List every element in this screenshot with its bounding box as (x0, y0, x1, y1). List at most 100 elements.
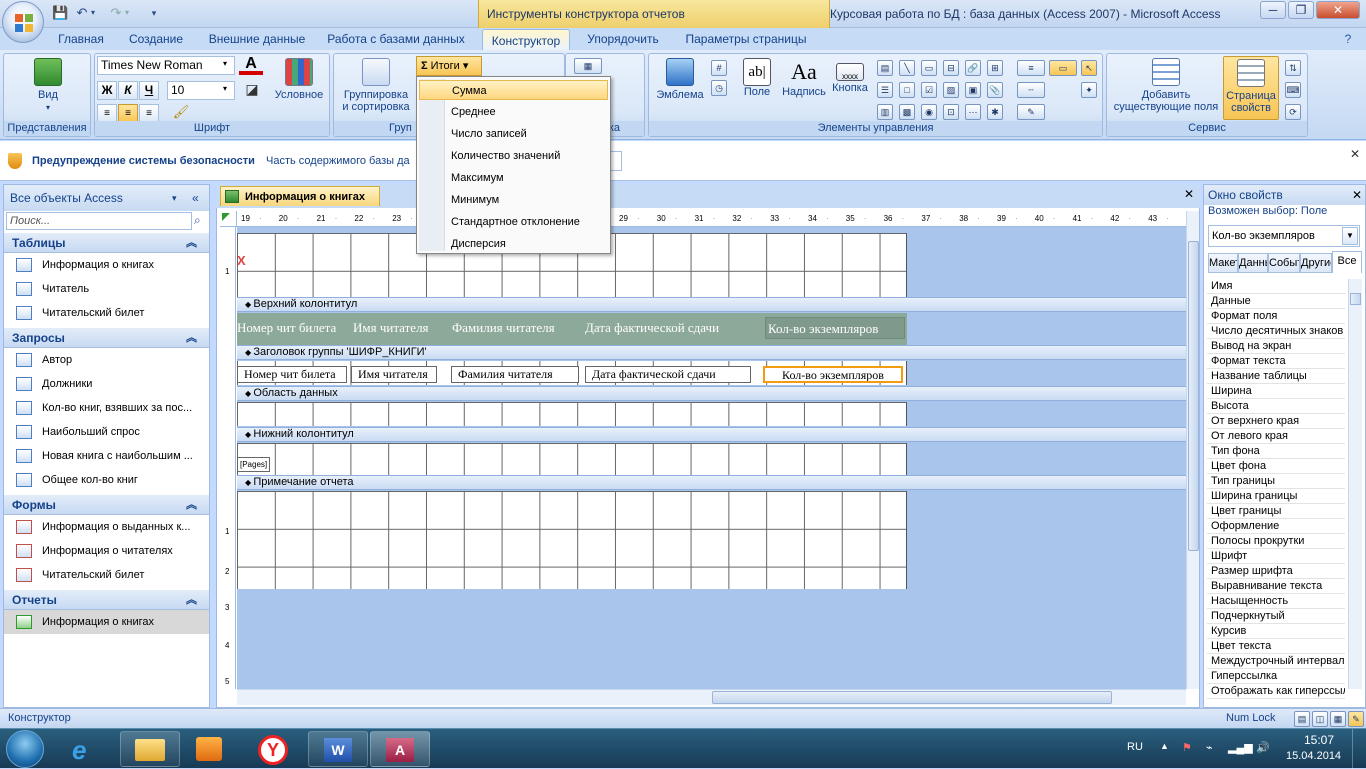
property-row[interactable]: Число десятичных знаков (1207, 324, 1345, 339)
security-close-icon[interactable]: ✕ (1350, 147, 1360, 161)
property-scroll-thumb[interactable] (1350, 293, 1361, 305)
minimize-button[interactable]: ─ (1260, 1, 1286, 19)
tab-external-data[interactable]: Внешние данные (200, 28, 314, 50)
button-control-button[interactable]: xxxx Кнопка (829, 58, 871, 94)
prop-tab-events[interactable]: События (1268, 253, 1300, 273)
collapse-group-icon[interactable]: ︽ (186, 328, 197, 348)
group-header-label[interactable]: Имя читателя (351, 366, 437, 383)
vertical-scroll-thumb[interactable] (1188, 241, 1199, 551)
group-header-label[interactable]: Фамилия читателя (451, 366, 579, 383)
property-row[interactable]: От левого края (1207, 429, 1345, 444)
option-button-icon[interactable]: ◉ (921, 104, 937, 120)
detail-area[interactable] (237, 402, 907, 426)
tab-arrange[interactable]: Упорядочить (578, 28, 668, 50)
nav-item[interactable]: Наибольший спрос (4, 420, 209, 444)
nav-item[interactable]: Кол-во книг, взявших за пос... (4, 396, 209, 420)
list-box-icon[interactable]: ☰ (877, 82, 893, 98)
menu-item-sum[interactable]: Сумма (419, 80, 608, 100)
prop-tab-data[interactable]: Данные (1238, 253, 1268, 273)
prop-tab-all[interactable]: Все (1332, 251, 1362, 273)
line-color-icon[interactable]: ✎ (1017, 104, 1045, 120)
report-header-control-fragment[interactable]: X (237, 253, 246, 268)
media-player-icon[interactable] (196, 737, 222, 761)
group-header-label[interactable]: Кол-во экземпляров (763, 366, 903, 383)
nav-menu-dropdown-icon[interactable]: ▾ (172, 185, 177, 211)
nav-item[interactable]: Общее кол-во книг (4, 468, 209, 492)
bound-object-icon[interactable]: ▩ (899, 104, 915, 120)
totals-button[interactable]: Σ Итоги ▾ (416, 56, 482, 76)
collapse-group-icon[interactable]: ︽ (186, 590, 197, 610)
yandex-browser-icon[interactable]: Y (258, 735, 288, 765)
line-type-icon[interactable]: ┄ (1017, 82, 1045, 98)
line-thickness-icon[interactable]: ≡ (1017, 60, 1045, 76)
nav-item[interactable]: Читатель (4, 277, 209, 301)
restore-button[interactable]: ❐ (1288, 1, 1314, 19)
design-horizontal-scrollbar[interactable] (237, 689, 1186, 705)
nav-group-header[interactable]: Запросы ︽ (4, 328, 209, 348)
underline-button[interactable]: Ч (139, 81, 159, 100)
date-time-icon[interactable]: ◷ (711, 80, 727, 96)
tab-page-setup[interactable]: Параметры страницы (678, 28, 814, 50)
group-sort-button[interactable]: Группировка и сортировка (336, 58, 416, 113)
search-icon[interactable]: ⌕ (194, 213, 201, 228)
prop-tab-other[interactable]: Другие (1300, 253, 1332, 273)
property-scrollbar[interactable] (1348, 279, 1362, 689)
selected-control-dropdown-icon[interactable]: ▼ (1342, 227, 1358, 245)
label-button[interactable]: Aa Надпись (779, 58, 829, 98)
page-numbers-icon[interactable]: # (711, 60, 727, 76)
property-row[interactable]: Формат поля (1207, 309, 1345, 324)
design-vertical-scrollbar[interactable] (1186, 211, 1199, 689)
network-icon[interactable]: ▂▄▆ (1228, 741, 1253, 754)
line-icon[interactable]: ╲ (899, 60, 915, 76)
section-detail[interactable]: ◆ Область данных (237, 386, 1186, 401)
menu-item-stdev[interactable]: Стандартное отклонение (419, 212, 608, 232)
action-center-icon[interactable]: ⚑ (1182, 741, 1192, 754)
menu-item-variance[interactable]: Дисперсия (419, 234, 608, 254)
collapse-group-icon[interactable]: ︽ (186, 495, 197, 515)
nav-collapse-icon[interactable]: « (192, 185, 199, 211)
collapse-group-icon[interactable]: ︽ (186, 233, 197, 253)
doc-tab-report[interactable]: Информация о книгах (220, 186, 380, 206)
property-row[interactable]: Междустрочный интервал (1207, 654, 1345, 669)
property-sheet-button[interactable]: Страница свойств (1223, 56, 1279, 120)
font-name-dropdown-icon[interactable]: ▾ (223, 59, 227, 68)
gridlines-icon[interactable]: ▦ (574, 58, 602, 74)
nav-search-input[interactable]: Поиск... (6, 212, 192, 230)
view-code-icon[interactable]: ⌨ (1285, 82, 1301, 98)
nav-item[interactable]: Новая книга с наибольшим ... (4, 444, 209, 468)
property-row[interactable]: Размер шрифта (1207, 564, 1345, 579)
nav-group-header[interactable]: Таблицы ︽ (4, 233, 209, 253)
section-page-header[interactable]: ◆ Верхний колонтитул (237, 297, 1186, 312)
property-row[interactable]: От верхнего края (1207, 414, 1345, 429)
hyperlink-icon[interactable]: 🔗 (965, 60, 981, 76)
internet-explorer-icon[interactable]: e (72, 735, 86, 766)
page-header-label[interactable]: Номер чит билета (237, 317, 347, 339)
page-count-field[interactable]: [Pages] (237, 457, 270, 472)
activex-icon[interactable]: ✱ (987, 104, 1003, 120)
layout-view-icon[interactable]: ▦ (1330, 711, 1346, 727)
font-name-select[interactable]: Times New Roman (97, 56, 235, 75)
tab-control-icon[interactable]: ⊟ (943, 60, 959, 76)
nav-item[interactable]: Должники (4, 372, 209, 396)
page-break-icon[interactable]: ⋯ (965, 104, 981, 120)
section-report-footer[interactable]: ◆ Примечание отчета (237, 475, 1186, 490)
property-row[interactable]: Цвет фона (1207, 459, 1345, 474)
design-view-icon[interactable]: ✎ (1348, 711, 1364, 727)
menu-item-min[interactable]: Минимум (419, 190, 608, 210)
office-button[interactable] (2, 1, 44, 43)
tab-order-icon[interactable]: ⇅ (1285, 60, 1301, 76)
nav-item[interactable]: Читательский билет (4, 563, 209, 587)
report-selector[interactable] (220, 211, 237, 227)
toggle-button-icon[interactable]: ▭ (921, 60, 937, 76)
rectangle-icon[interactable]: □ (899, 82, 915, 98)
tab-design[interactable]: Конструктор (482, 29, 570, 51)
language-indicator[interactable]: RU (1127, 741, 1143, 753)
fill-color-button[interactable]: ◪ (239, 81, 265, 100)
nav-item[interactable]: Автор (4, 348, 209, 372)
page-header-label[interactable]: Фамилия читателя (452, 317, 577, 339)
property-row[interactable]: Цвет границы (1207, 504, 1345, 519)
redo-dropdown-icon[interactable]: ▾ (122, 5, 132, 21)
option-group-icon[interactable]: ⊡ (943, 104, 959, 120)
page-footer-area[interactable] (237, 443, 907, 475)
emblem-button[interactable]: Эмблема (653, 58, 707, 101)
